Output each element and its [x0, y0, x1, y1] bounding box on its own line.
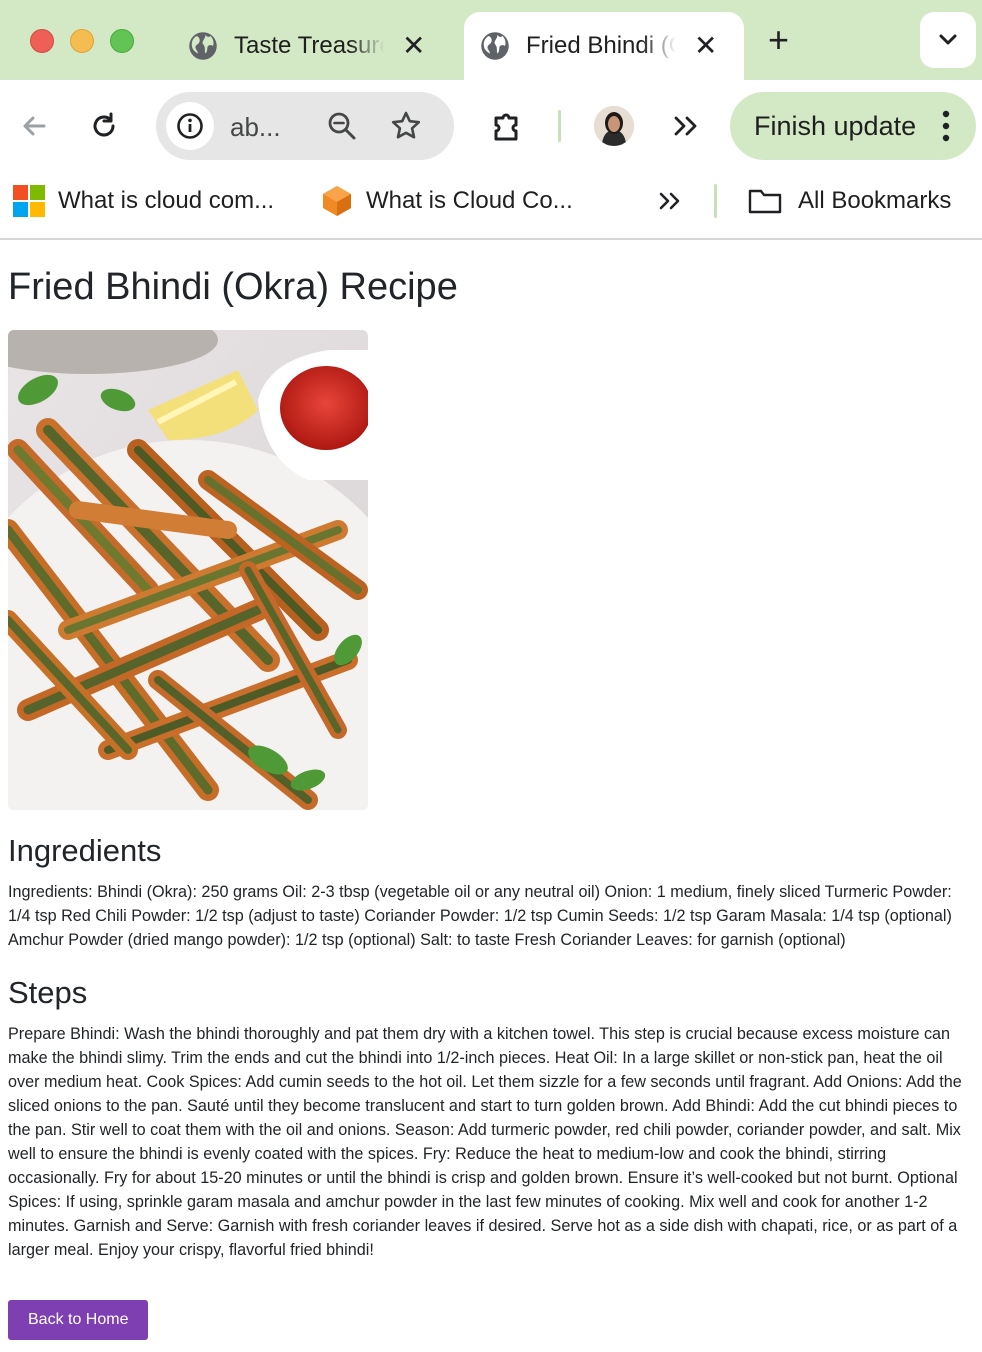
- window-close-button[interactable]: [30, 29, 54, 53]
- info-icon: [177, 113, 203, 139]
- zoom-button[interactable]: [324, 108, 360, 144]
- tab-title: Fried Bhindi (Okra) Recipe: [526, 32, 676, 60]
- recipe-image: [8, 330, 368, 810]
- puzzle-piece-icon: [494, 113, 518, 141]
- reload-button[interactable]: [84, 106, 124, 146]
- tab-search-button[interactable]: [920, 12, 976, 68]
- window-maximize-button[interactable]: [110, 29, 134, 53]
- steps-text: Prepare Bhindi: Wash the bhindi thorough…: [8, 1025, 962, 1259]
- back-to-home-button[interactable]: Back to Home: [8, 1300, 149, 1340]
- bookmarks-divider: [714, 184, 717, 218]
- globe-icon: [481, 32, 509, 60]
- more-extensions-button[interactable]: [666, 106, 706, 146]
- profile-avatar[interactable]: [594, 106, 634, 146]
- steps-heading: Steps: [8, 975, 88, 1010]
- bookmark-label: What is Cloud Co...: [366, 187, 573, 214]
- reload-icon: [93, 112, 115, 137]
- chevron-down-icon: [939, 34, 957, 45]
- tab-close-icon[interactable]: ✕: [402, 32, 425, 60]
- site-info-icon[interactable]: [166, 102, 214, 150]
- tab-fried-bhindi[interactable]: Fried Bhindi (Okra) Recipe ✕: [464, 12, 744, 80]
- new-tab-button[interactable]: +: [768, 22, 789, 58]
- kebab-menu-icon[interactable]: [942, 110, 950, 142]
- ingredients-heading: Ingredients: [8, 833, 162, 868]
- extensions-button[interactable]: [488, 106, 528, 146]
- more-bookmarks-button[interactable]: [652, 184, 688, 218]
- fried-okra-photo: [8, 330, 368, 810]
- address-bar[interactable]: ab...: [156, 92, 454, 160]
- bookmark-item[interactable]: What is cloud com...: [12, 184, 274, 218]
- bookmark-star-button[interactable]: [388, 108, 424, 144]
- folder-icon: [748, 189, 782, 214]
- orange-cube-icon: [323, 186, 351, 216]
- back-button[interactable]: [14, 106, 54, 146]
- zoom-out-icon: [328, 112, 356, 140]
- window-minimize-button[interactable]: [70, 29, 94, 53]
- finish-update-label: Finish update: [754, 110, 917, 141]
- browser-toolbar: ab... Finish update: [0, 80, 982, 172]
- tab-title: Taste Treasures: [234, 32, 384, 60]
- windows-logo-icon: [13, 185, 45, 217]
- all-bookmarks-label: All Bookmarks: [798, 187, 952, 214]
- toolbar-divider: [558, 110, 561, 142]
- globe-icon: [189, 32, 217, 60]
- bookmark-label: What is cloud com...: [58, 187, 275, 214]
- star-icon: [391, 111, 421, 139]
- tab-taste-treasures[interactable]: Taste Treasures ✕: [188, 12, 448, 80]
- double-chevron-right-icon: [659, 192, 680, 210]
- double-chevron-right-icon: [674, 116, 697, 136]
- tab-strip: Taste Treasures ✕ Fried Bhindi (Okra) Re…: [0, 0, 982, 80]
- ingredients-text: Ingredients: Bhindi (Okra): 250 grams Oi…: [8, 883, 952, 949]
- address-text: ab...: [230, 112, 281, 142]
- recipe-page: Fried Bhindi (Okra) Recipe Ingredients I…: [8, 242, 974, 1340]
- arrow-left-icon: [23, 116, 46, 136]
- page-title: Fried Bhindi (Okra) Recipe: [8, 266, 458, 308]
- all-bookmarks-button[interactable]: All Bookmarks: [748, 184, 951, 218]
- tab-close-icon[interactable]: ✕: [694, 32, 717, 60]
- bookmark-item[interactable]: What is Cloud Co...: [320, 184, 573, 218]
- bookmarks-bar: What is cloud com... What is Cloud Co...…: [0, 172, 982, 240]
- finish-update-button[interactable]: Finish update: [730, 92, 976, 160]
- profile-photo-icon: [594, 106, 634, 146]
